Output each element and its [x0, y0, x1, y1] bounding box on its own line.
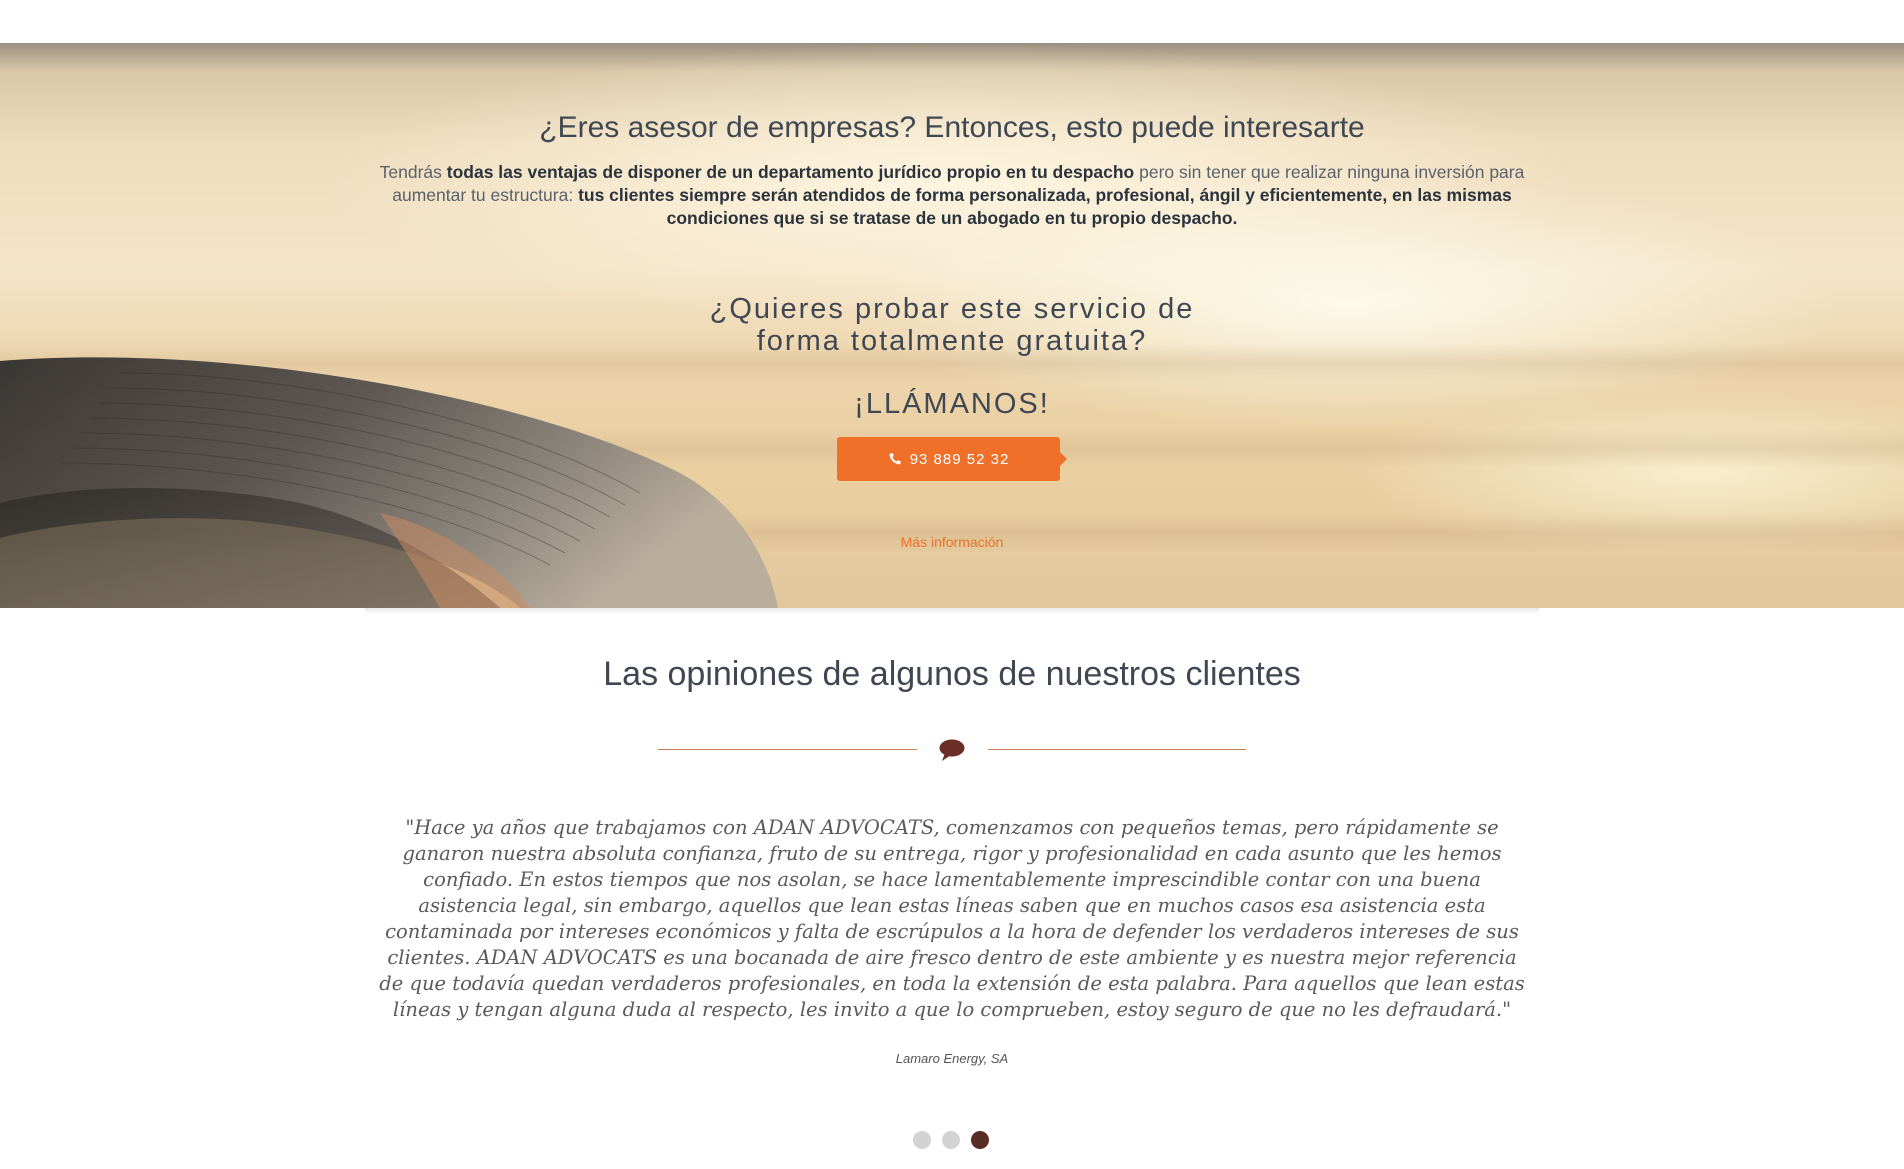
phone-icon: [889, 453, 901, 465]
hero-banner: ¿Eres asesor de empresas? Entonces, esto…: [0, 43, 1904, 608]
testimonial-quote: "Hace ya años que trabajamos con ADAN AD…: [379, 816, 1525, 1021]
hero-title: ¿Eres asesor de empresas? Entonces, esto…: [539, 111, 1365, 144]
comment-icon: [939, 739, 965, 761]
carousel-pagination: [913, 1131, 989, 1149]
free-trial-question: ¿Quieres probar este servicio de forma t…: [709, 293, 1195, 357]
divider-line-left: [658, 749, 917, 750]
testimonial-author: Lamaro Energy, SA: [895, 1051, 1009, 1066]
carousel-dot-1[interactable]: [913, 1131, 931, 1149]
more-info-link[interactable]: Más información: [0, 534, 1904, 550]
hero-description-highlight: todas las ventajas de disponer de un dep…: [446, 162, 1135, 182]
top-bar: [0, 0, 1904, 43]
carousel-dot-2[interactable]: [942, 1131, 960, 1149]
phone-call-button[interactable]: 93 889 52 32: [837, 437, 1067, 481]
divider-line-right: [988, 749, 1246, 750]
hero-description-highlight: tus clientes siempre serán atendidos de …: [578, 185, 1512, 228]
section-separator: [365, 608, 1539, 614]
phone-number: 93 889 52 32: [909, 450, 1010, 468]
hero-description: Tendrás todas las ventajas de disponer d…: [379, 162, 1525, 228]
testimonials-title: Las opiniones de algunos de nuestros cli…: [603, 655, 1301, 693]
call-us-heading: ¡LLÁMANOS!: [854, 388, 1050, 420]
carousel-dot-3[interactable]: [971, 1131, 989, 1149]
